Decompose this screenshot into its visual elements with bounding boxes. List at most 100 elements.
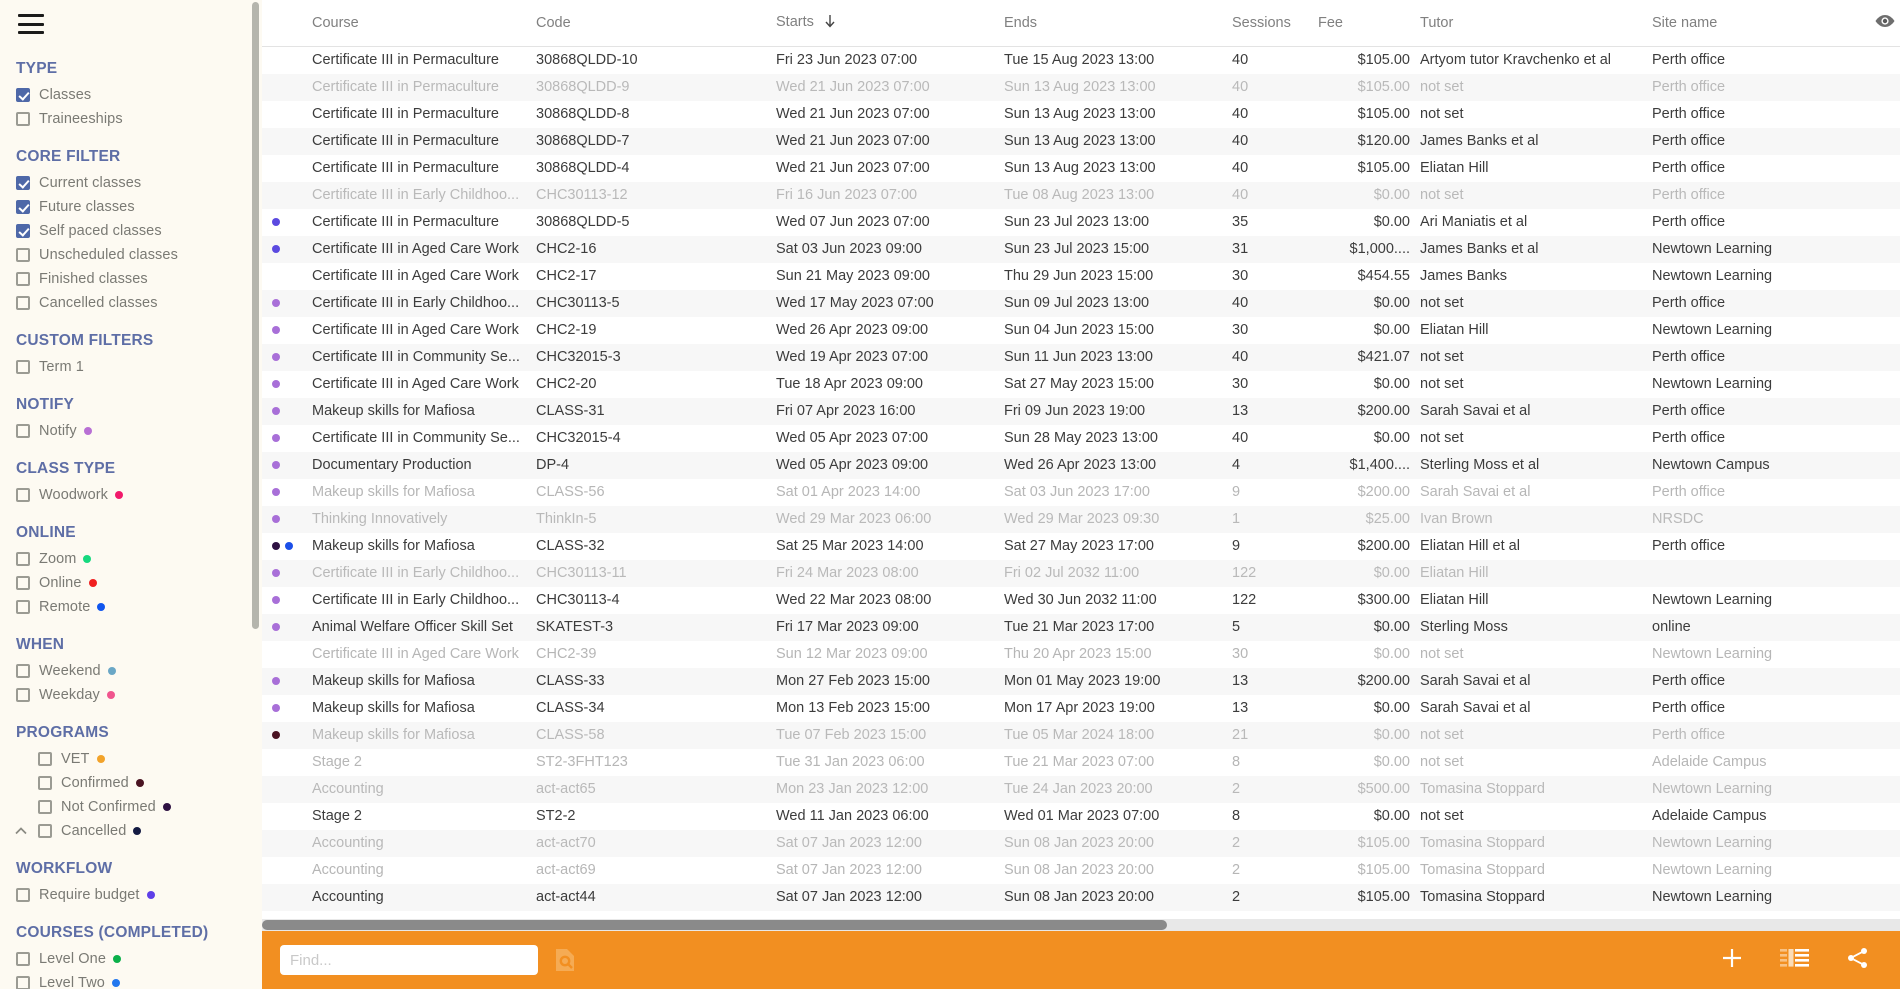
filter-item[interactable]: Cancelled	[0, 819, 262, 843]
table-row[interactable]: Accounting act-act65 Mon 23 Jan 2023 12:00…	[262, 775, 1900, 803]
table-row[interactable]: Certificate III in Permaculture 30868QLDD…	[262, 127, 1900, 155]
col-header-code[interactable]: Code	[536, 0, 776, 47]
filter-item[interactable]: Weekday	[0, 683, 262, 707]
col-header-course[interactable]: Course	[308, 0, 536, 47]
list-view-icon[interactable]	[1780, 948, 1810, 973]
table-row[interactable]: Documentary Production DP-4 Wed 05 Apr 202…	[262, 451, 1900, 479]
filter-checkbox[interactable]	[16, 952, 30, 966]
advanced-search-icon[interactable]	[554, 948, 576, 972]
filter-item[interactable]: Not Confirmed	[0, 795, 262, 819]
table-horizontal-scrollbar-thumb[interactable]	[262, 920, 1167, 930]
table-row[interactable]: Certificate III in Aged Care Work CHC2-17…	[262, 263, 1900, 290]
filter-item[interactable]: Future classes	[0, 195, 262, 219]
plus-icon[interactable]	[1720, 946, 1744, 975]
filter-item-label: Weekend	[39, 663, 101, 679]
filter-checkbox[interactable]	[38, 752, 52, 766]
filter-item[interactable]: Classes	[0, 83, 262, 107]
col-header-fee[interactable]: Fee	[1318, 0, 1410, 47]
filter-checkbox[interactable]	[16, 88, 30, 102]
filter-checkbox[interactable]	[16, 224, 30, 238]
search-input[interactable]	[280, 945, 538, 975]
filter-item[interactable]: Online	[0, 571, 262, 595]
filter-item[interactable]: Level One	[0, 947, 262, 971]
table-row[interactable]: Certificate III in Early Childhoo... CHC3…	[262, 289, 1900, 317]
table-row[interactable]: Makeup skills for Mafiosa CLASS-32 Sat 25 …	[262, 533, 1900, 560]
table-row[interactable]: Certificate III in Permaculture 30868QLDD…	[262, 155, 1900, 182]
filter-checkbox[interactable]	[16, 176, 30, 190]
filter-item[interactable]: Cancelled classes	[0, 291, 262, 315]
table-row[interactable]: Certificate III in Early Childhoo... CHC3…	[262, 181, 1900, 209]
eye-icon[interactable]	[1874, 14, 1896, 32]
filter-checkbox[interactable]	[16, 424, 30, 438]
table-row[interactable]: Stage 2 ST2-2 Wed 11 Jan 2023 06:00 Wed 01 …	[262, 803, 1900, 830]
table-row[interactable]: Certificate III in Community Se... CHC320…	[262, 425, 1900, 452]
filter-checkbox[interactable]	[38, 776, 52, 790]
table-row[interactable]: Certificate III in Aged Care Work CHC2-39…	[262, 641, 1900, 668]
col-header-sessions[interactable]: Sessions	[1232, 0, 1318, 47]
table-horizontal-scrollbar-track[interactable]	[262, 919, 1900, 931]
row-status-dots	[262, 505, 308, 533]
filter-checkbox[interactable]	[38, 800, 52, 814]
filter-item[interactable]: Unscheduled classes	[0, 243, 262, 267]
filter-item[interactable]: Self paced classes	[0, 219, 262, 243]
filter-item[interactable]: Term 1	[0, 355, 262, 379]
table-row[interactable]: Certificate III in Aged Care Work CHC2-16…	[262, 235, 1900, 263]
filter-checkbox[interactable]	[16, 888, 30, 902]
table-row[interactable]: Certificate III in Aged Care Work CHC2-20…	[262, 371, 1900, 398]
row-status-dots	[262, 613, 308, 641]
col-header-starts[interactable]: Starts	[776, 0, 1004, 47]
table-row[interactable]: Makeup skills for Mafiosa CLASS-58 Tue 07 …	[262, 721, 1900, 749]
share-icon[interactable]	[1846, 946, 1870, 975]
hamburger-icon[interactable]	[18, 14, 44, 34]
filter-item[interactable]: Remote	[0, 595, 262, 619]
filter-item[interactable]: Zoom	[0, 547, 262, 571]
filter-item[interactable]: Weekend	[0, 659, 262, 683]
filter-checkbox[interactable]	[16, 112, 30, 126]
filter-checkbox[interactable]	[16, 272, 30, 286]
filter-checkbox[interactable]	[16, 296, 30, 310]
table-row[interactable]: Certificate III in Early Childhoo... CHC3…	[262, 587, 1900, 614]
table-row[interactable]: Certificate III in Permaculture 30868QLDD…	[262, 47, 1900, 74]
filter-checkbox[interactable]	[16, 600, 30, 614]
filter-checkbox[interactable]	[16, 200, 30, 214]
filter-item[interactable]: Confirmed	[0, 771, 262, 795]
filter-item[interactable]: Require budget	[0, 883, 262, 907]
filter-checkbox[interactable]	[16, 488, 30, 502]
table-row[interactable]: Makeup skills for Mafiosa CLASS-33 Mon 27 …	[262, 667, 1900, 695]
filter-item[interactable]: Level Two	[0, 971, 262, 989]
chevron-up-icon[interactable]	[14, 824, 28, 838]
table-row[interactable]: Makeup skills for Mafiosa CLASS-31 Fri 07 …	[262, 397, 1900, 425]
table-row[interactable]: Certificate III in Permaculture 30868QLDD…	[262, 73, 1900, 101]
table-row[interactable]: Makeup skills for Mafiosa CLASS-34 Mon 13 …	[262, 695, 1900, 722]
filter-item[interactable]: Current classes	[0, 171, 262, 195]
table-row[interactable]: Makeup skills for Mafiosa CLASS-56 Sat 01 …	[262, 479, 1900, 506]
table-row[interactable]: Stage 2 ST2-3FHT123 Tue 31 Jan 2023 06:00 T…	[262, 749, 1900, 776]
filter-checkbox[interactable]	[16, 664, 30, 678]
filter-item[interactable]: VET	[0, 747, 262, 771]
table-row[interactable]: Certificate III in Permaculture 30868QLDD…	[262, 101, 1900, 128]
filter-item[interactable]: Woodwork	[0, 483, 262, 507]
table-row[interactable]: Accounting act-act44 Sat 07 Jan 2023 12:00…	[262, 883, 1900, 911]
table-row[interactable]: Certificate III in Early Childhoo... CHC3…	[262, 559, 1900, 587]
filter-checkbox[interactable]	[16, 552, 30, 566]
table-row[interactable]: Certificate III in Aged Care Work CHC2-19…	[262, 317, 1900, 344]
filter-item[interactable]: Traineeships	[0, 107, 262, 131]
filter-checkbox[interactable]	[16, 976, 30, 989]
col-header-tutor[interactable]: Tutor	[1410, 0, 1642, 47]
table-row[interactable]: Accounting act-act70 Sat 07 Jan 2023 12:00…	[262, 829, 1900, 857]
filter-checkbox[interactable]	[38, 824, 52, 838]
filter-checkbox[interactable]	[16, 248, 30, 262]
table-row[interactable]: Certificate III in Community Se... CHC320…	[262, 343, 1900, 371]
filter-checkbox[interactable]	[16, 360, 30, 374]
filter-checkbox[interactable]	[16, 688, 30, 702]
table-row[interactable]: Certificate III in Permaculture 30868QLDD…	[262, 209, 1900, 236]
table-row[interactable]: Animal Welfare Officer Skill Set SKATEST-…	[262, 613, 1900, 641]
sidebar-scrollbar[interactable]	[252, 2, 259, 629]
col-header-site-name[interactable]: Site name	[1642, 0, 1874, 47]
filter-item[interactable]: Notify	[0, 419, 262, 443]
table-row[interactable]: Accounting act-act69 Sat 07 Jan 2023 12:00…	[262, 857, 1900, 884]
filter-item[interactable]: Finished classes	[0, 267, 262, 291]
col-header-ends[interactable]: Ends	[1004, 0, 1232, 47]
table-row[interactable]: Thinking Innovatively ThinkIn-5 Wed 29 Mar…	[262, 505, 1900, 533]
filter-checkbox[interactable]	[16, 576, 30, 590]
